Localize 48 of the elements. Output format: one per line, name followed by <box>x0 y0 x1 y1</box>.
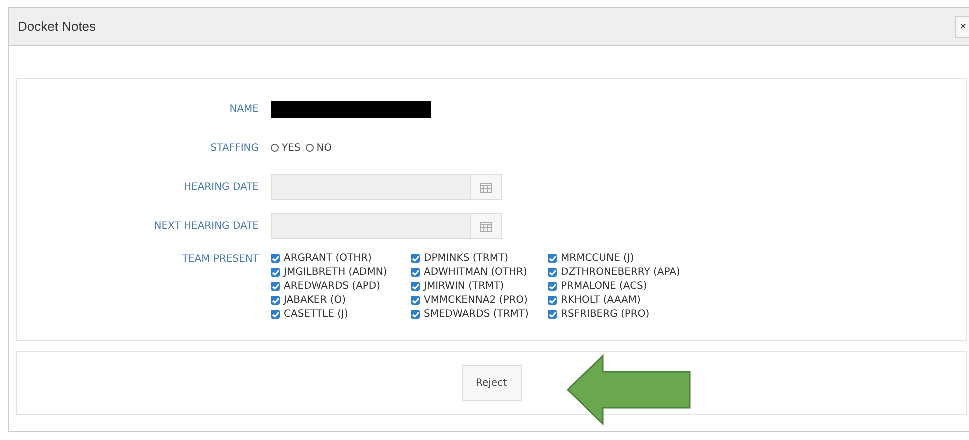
close-button[interactable]: × <box>955 16 969 38</box>
field-label: HEARING DATE <box>183 182 260 192</box>
team-checkbox[interactable]: DPMINKS (TRMT) <box>411 252 548 265</box>
calendar-icon <box>480 182 492 192</box>
field-label: STAFFING <box>210 142 260 154</box>
checkbox-icon[interactable] <box>548 310 557 319</box>
field-label: TEAM PRESENT <box>181 253 260 265</box>
checkbox-icon[interactable] <box>411 296 420 305</box>
radio-icon[interactable] <box>306 144 314 152</box>
team-checkbox[interactable]: SMEDWARDS (TRMT) <box>411 308 548 321</box>
field-label: NAME <box>228 104 260 114</box>
checkbox-icon[interactable] <box>271 296 280 305</box>
team-checkbox[interactable]: VMMCKENNA2 (PRO) <box>411 294 548 307</box>
team-checkbox[interactable]: RKHOLT (AAAM) <box>548 294 698 307</box>
team-checkbox[interactable]: JMGILBRETH (ADMN) <box>271 266 411 279</box>
team-checkbox[interactable]: ADWHITMAN (OTHR) <box>411 266 548 279</box>
checkbox-icon[interactable] <box>411 310 420 319</box>
checkbox-icon[interactable] <box>548 296 557 305</box>
checkbox-icon[interactable] <box>548 268 557 277</box>
checkbox-icon[interactable] <box>548 254 557 263</box>
window-title: Docket Notes <box>18 19 96 34</box>
checkbox-icon[interactable] <box>271 268 280 277</box>
checkbox-icon[interactable] <box>271 310 280 319</box>
team-checkbox[interactable]: ARGRANT (OTHR) <box>271 252 411 265</box>
team-checkbox[interactable]: JABAKER (O) <box>271 294 411 307</box>
date-field[interactable] <box>271 174 502 200</box>
field-label: NEXT HEARING DATE <box>153 220 260 232</box>
team-checkbox[interactable]: MRMCCUNE (J) <box>548 252 698 265</box>
radio-option[interactable]: NO <box>306 142 332 154</box>
radio-icon[interactable] <box>271 144 279 152</box>
checkbox-icon[interactable] <box>548 282 557 291</box>
date-field[interactable] <box>271 213 502 239</box>
checkbox-icon[interactable] <box>411 268 420 277</box>
team-checkbox[interactable]: RSFRIBERG (PRO) <box>548 308 698 321</box>
calendar-button[interactable] <box>470 214 501 238</box>
calendar-icon <box>480 220 492 232</box>
checkbox-icon[interactable] <box>411 254 420 263</box>
checkbox-icon[interactable] <box>271 254 280 263</box>
reject-button[interactable]: Reject <box>462 365 522 401</box>
radio-option[interactable]: YES <box>271 142 301 154</box>
team-checkbox[interactable]: AREDWARDS (APD) <box>271 280 411 293</box>
team-checkbox[interactable]: JMIRWIN (TRMT) <box>411 280 548 293</box>
checkbox-icon[interactable] <box>411 282 420 291</box>
calendar-button[interactable] <box>470 175 501 199</box>
checkbox-icon[interactable] <box>271 282 280 291</box>
team-checkbox[interactable]: CASETTLE (J) <box>271 308 411 321</box>
team-checkbox[interactable]: DZTHRONEBERRY (APA) <box>548 266 698 279</box>
team-checkbox[interactable]: PRMALONE (ACS) <box>548 280 698 293</box>
